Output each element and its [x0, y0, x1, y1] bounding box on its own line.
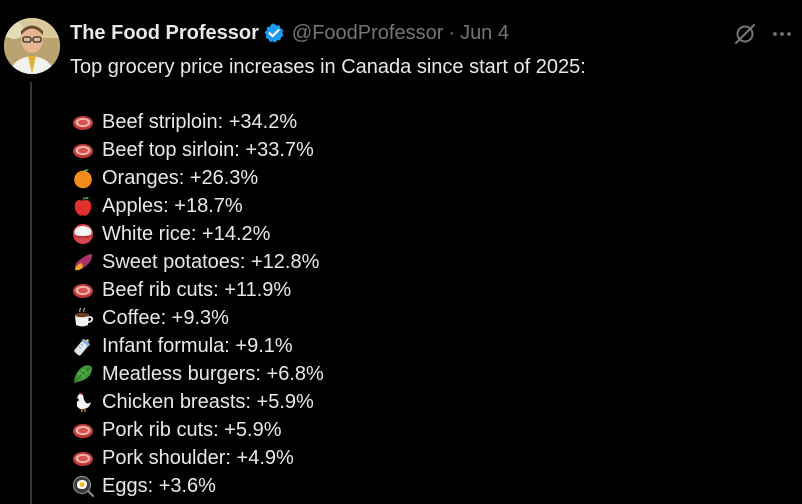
list-item-text: Coffee: +9.3%: [102, 306, 229, 329]
list-item-text: White rice: +14.2%: [102, 222, 271, 245]
steak-icon: [72, 111, 94, 133]
price-increase-list: Beef striploin: +34.2% Beef top sirloin:…: [72, 108, 324, 500]
header-separator: ·: [448, 21, 456, 44]
rice-icon: [72, 223, 94, 245]
steak-icon: [72, 279, 94, 301]
more-options-icon[interactable]: [770, 22, 794, 46]
apple-icon: [72, 195, 94, 217]
list-item-text: Oranges: +26.3%: [102, 166, 259, 189]
list-item: Beef striploin: +34.2%: [72, 108, 324, 136]
author-display-name[interactable]: The Food Professor: [70, 22, 259, 45]
steak-icon: [72, 447, 94, 469]
list-item: Chicken breasts: +5.9%: [72, 388, 324, 416]
author-handle[interactable]: @FoodProfessor: [292, 22, 443, 45]
sweet-potato-icon: [72, 251, 94, 273]
list-item-text: Chicken breasts: +5.9%: [102, 390, 314, 413]
leafy-green-icon: [72, 363, 94, 385]
list-item-text: Pork shoulder: +4.9%: [102, 446, 294, 469]
list-item: Infant formula: +9.1%: [72, 332, 324, 360]
list-item-text: Meatless burgers: +6.8%: [102, 362, 324, 385]
list-item: Oranges: +26.3%: [72, 164, 324, 192]
list-item: Pork rib cuts: +5.9%: [72, 416, 324, 444]
baby-bottle-icon: [72, 335, 94, 357]
coffee-icon: [72, 307, 94, 329]
list-item: White rice: +14.2%: [72, 220, 324, 248]
list-item-text: Apples: +18.7%: [102, 194, 243, 217]
steak-icon: [72, 139, 94, 161]
list-item-text: Pork rib cuts: +5.9%: [102, 418, 282, 441]
list-item-text: Infant formula: +9.1%: [102, 334, 293, 357]
list-item: Meatless burgers: +6.8%: [72, 360, 324, 388]
post-headline: Top grocery price increases in Canada si…: [70, 56, 586, 78]
post-header: The Food Professor @FoodProfessor · Jun …: [70, 20, 509, 46]
post-date[interactable]: Jun 4: [460, 22, 509, 45]
orange-icon: [72, 167, 94, 189]
tweet: The Food Professor @FoodProfessor · Jun …: [0, 0, 802, 504]
verified-badge-icon[interactable]: [263, 22, 285, 44]
fried-egg-icon: [72, 475, 94, 497]
list-item-text: Eggs: +3.6%: [102, 474, 216, 497]
thread-line: [30, 82, 32, 504]
list-item: Beef rib cuts: +11.9%: [72, 276, 324, 304]
list-item: Pork shoulder: +4.9%: [72, 444, 324, 472]
rooster-icon: [72, 391, 94, 413]
list-item-text: Beef rib cuts: +11.9%: [102, 278, 292, 301]
list-item: Sweet potatoes: +12.8%: [72, 248, 324, 276]
list-item-text: Sweet potatoes: +12.8%: [102, 250, 320, 273]
list-item: Eggs: +3.6%: [72, 472, 324, 500]
grok-icon[interactable]: [733, 22, 757, 46]
list-item-text: Beef striploin: +34.2%: [102, 110, 298, 133]
list-item: Apples: +18.7%: [72, 192, 324, 220]
list-item: Coffee: +9.3%: [72, 304, 324, 332]
steak-icon: [72, 419, 94, 441]
list-item: Beef top sirloin: +33.7%: [72, 136, 324, 164]
avatar[interactable]: [4, 18, 60, 74]
list-item-text: Beef top sirloin: +33.7%: [102, 138, 314, 161]
